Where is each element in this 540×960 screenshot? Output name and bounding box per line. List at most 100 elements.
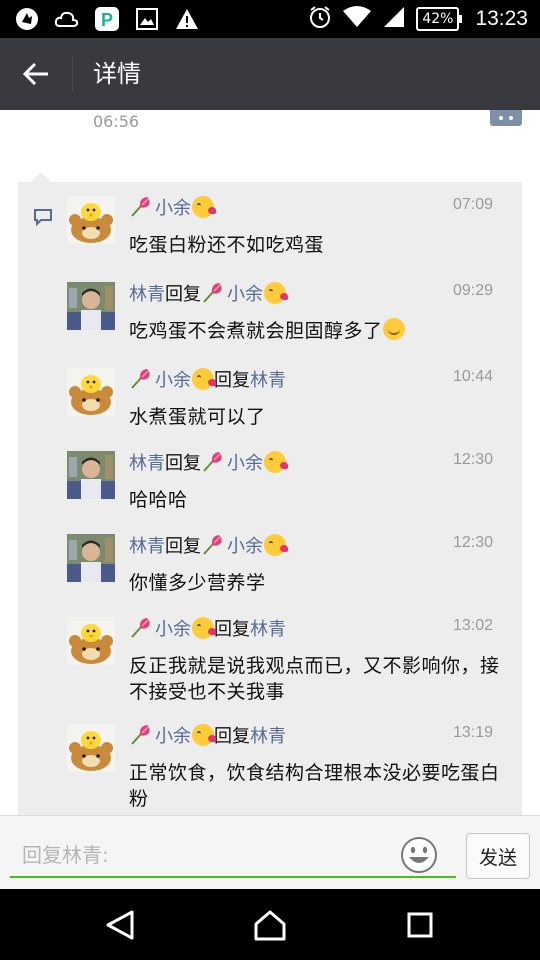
kiss-emoji-icon: [264, 451, 288, 473]
comment-header: 林青 回复 小余: [129, 530, 288, 560]
comment-header: 小余 回复 林青: [129, 720, 286, 750]
comment-text-content: 吃蛋白粉还不如吃鸡蛋: [129, 234, 325, 256]
comment-time: 10:44: [452, 368, 493, 385]
comment-header: 林青 回复 小余: [129, 278, 288, 308]
reply-bar: 发送: [0, 815, 540, 889]
comment-list: 小余 07:09 吃蛋白粉还不如吃鸡蛋 林青 回复 小余 09:29 吃鸡蛋不会煮就会胆固醇多…: [18, 182, 522, 815]
kiss-emoji-icon: [264, 282, 288, 304]
nav-home-button[interactable]: [248, 903, 292, 947]
p-app-icon: P: [94, 6, 120, 32]
upload-icon: [14, 6, 40, 32]
comment-time: 07:09: [452, 196, 493, 213]
kiss-emoji-icon: [192, 368, 216, 390]
flower-icon: [201, 450, 225, 474]
comment-time: 12:30: [452, 534, 493, 551]
smile-emoji-icon: [382, 318, 405, 340]
comment-text: 吃蛋白粉还不如吃鸡蛋: [129, 232, 509, 258]
author-name[interactable]: 小余: [155, 194, 191, 220]
svg-text:P: P: [101, 10, 113, 30]
avatar[interactable]: [67, 282, 115, 330]
author-name[interactable]: 林青: [250, 722, 286, 748]
wifi-icon: [342, 5, 372, 33]
comment-text: 你懂多少营养学: [129, 570, 509, 596]
comment-text-content: 吃鸡蛋不会煮就会胆固醇多了: [129, 320, 383, 342]
comment-header: 林青 回复 小余: [129, 447, 288, 477]
comment-time: 12:30: [452, 451, 493, 468]
avatar[interactable]: [67, 368, 115, 416]
author-name[interactable]: 林青: [250, 615, 286, 641]
more-options-button[interactable]: [490, 110, 522, 126]
comment-text: 正常饮食，饮食结构合理根本没必要吃蛋白粉: [129, 760, 509, 812]
warning-icon: [174, 6, 200, 32]
avatar[interactable]: [67, 724, 115, 772]
alarm-icon: [308, 5, 332, 33]
cloud-icon: [54, 6, 80, 32]
author-name[interactable]: 小余: [227, 280, 263, 306]
avatar[interactable]: [67, 196, 115, 244]
signal-icon: [382, 5, 406, 33]
kiss-emoji-icon: [192, 617, 216, 639]
image-icon: [134, 6, 160, 32]
avatar[interactable]: [67, 451, 115, 499]
reply-label: 回复: [214, 619, 250, 640]
title-divider: [72, 56, 73, 92]
battery-indicator: 42%: [416, 7, 463, 31]
kiss-emoji-icon: [192, 196, 216, 218]
reply-label: 回复: [214, 370, 250, 391]
author-name[interactable]: 林青: [129, 532, 165, 558]
post-time: 06:56: [93, 112, 140, 131]
more-dot: [509, 116, 513, 120]
page-title: 详情: [93, 60, 141, 88]
send-button[interactable]: 发送: [466, 833, 530, 879]
author-name[interactable]: 小余: [155, 722, 191, 748]
navigation-bar: [0, 889, 540, 960]
author-name[interactable]: 小余: [227, 532, 263, 558]
flower-icon: [201, 281, 225, 305]
avatar[interactable]: [67, 617, 115, 665]
flower-icon: [129, 367, 153, 391]
square-recents-icon: [407, 912, 433, 938]
comment-text-content: 正常饮食，饮食结构合理根本没必要吃蛋白粉: [129, 762, 500, 810]
flower-icon: [129, 723, 153, 747]
comment-time: 09:29: [452, 282, 493, 299]
comment-header: 小余: [129, 192, 216, 222]
comment-time: 13:19: [452, 724, 493, 741]
comment-text-content: 反正我就是说我观点而已，又不影响你，接不接受也不关我事: [129, 655, 500, 703]
author-name[interactable]: 林青: [129, 280, 165, 306]
reply-label: 回复: [165, 284, 201, 305]
avatar[interactable]: [67, 534, 115, 582]
nav-recents-button[interactable]: [398, 903, 442, 947]
author-name[interactable]: 小余: [227, 449, 263, 475]
home-icon: [254, 910, 286, 941]
reply-label: 回复: [165, 536, 201, 557]
comment-text-content: 哈哈哈: [129, 489, 188, 511]
comment-text-content: 你懂多少营养学: [129, 572, 266, 594]
triangle-back-icon: [106, 910, 134, 940]
kiss-emoji-icon: [264, 534, 288, 556]
author-name[interactable]: 林青: [129, 449, 165, 475]
flower-icon: [129, 616, 153, 640]
comment-text: 水煮蛋就可以了: [129, 404, 509, 430]
back-button[interactable]: [12, 52, 60, 96]
reply-input[interactable]: [10, 834, 456, 878]
comment-text: 吃鸡蛋不会煮就会胆固醇多了: [129, 318, 509, 344]
author-name[interactable]: 林青: [250, 366, 286, 392]
author-name[interactable]: 小余: [155, 366, 191, 392]
title-bar: 详情: [0, 38, 540, 110]
comment-text-content: 水煮蛋就可以了: [129, 406, 266, 428]
more-dot: [499, 116, 503, 120]
comment-text: 哈哈哈: [129, 487, 509, 513]
smiley-face-icon: [401, 837, 437, 873]
reply-label: 回复: [165, 453, 201, 474]
comment-time: 13:02: [452, 617, 493, 634]
reply-label: 回复: [214, 726, 250, 747]
comment-header: 小余 回复 林青: [129, 364, 286, 394]
emoji-button[interactable]: [400, 836, 438, 874]
kiss-emoji-icon: [192, 724, 216, 746]
nav-back-button[interactable]: [98, 903, 142, 947]
arrow-left-icon: [22, 62, 48, 86]
status-bar: P 42% 13:23: [0, 0, 540, 38]
flower-icon: [201, 533, 225, 557]
author-name[interactable]: 小余: [155, 615, 191, 641]
flower-icon: [129, 195, 153, 219]
